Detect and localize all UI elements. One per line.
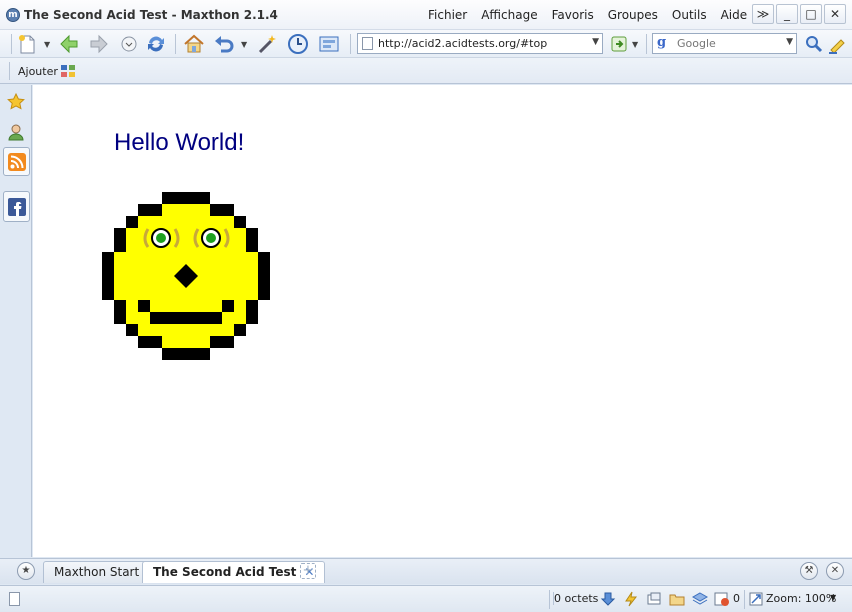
user-icon[interactable] <box>5 121 27 143</box>
download-icon[interactable] <box>600 591 616 607</box>
close-window-button[interactable]: ✕ <box>824 4 846 24</box>
new-tab-plus-icon[interactable]: + <box>300 563 316 579</box>
google-logo-icon[interactable]: g <box>657 35 666 50</box>
home-icon[interactable] <box>183 33 205 55</box>
highlight-icon[interactable] <box>826 33 848 55</box>
tab-maxthon-start[interactable]: Maxthon Start <box>43 561 151 583</box>
title-bar: m The Second Acid Test - Maxthon 2.1.4 F… <box>0 0 852 30</box>
tab-label: Maxthon Start <box>54 565 140 579</box>
undo-dropdown-icon[interactable]: ▼ <box>241 40 247 49</box>
menu-affichage[interactable]: Affichage <box>481 8 537 22</box>
facebook-button[interactable] <box>3 191 30 222</box>
side-panel <box>0 85 32 557</box>
search-icon[interactable] <box>803 33 825 55</box>
favorites-grid-icon[interactable] <box>61 65 75 77</box>
zoom-dropdown-icon[interactable]: ▼ <box>830 593 836 602</box>
forward-arrow-icon[interactable] <box>88 33 110 55</box>
lightning-icon[interactable] <box>623 591 639 607</box>
toolbar-grip <box>646 34 647 54</box>
rss-button[interactable] <box>3 147 30 176</box>
maxthon-logo-icon[interactable]: m <box>6 8 20 22</box>
search-engine-dropdown-icon[interactable]: ▼ <box>786 37 793 47</box>
tab-second-acid-test[interactable]: The Second Acid Test ✕ <box>142 561 326 583</box>
window-title: The Second Acid Test - Maxthon 2.1.4 <box>24 8 278 22</box>
close-all-icon[interactable]: ✕ <box>826 562 844 580</box>
menu-outils[interactable]: Outils <box>672 8 707 22</box>
go-dropdown-icon[interactable]: ▼ <box>632 40 638 49</box>
favbar-grip <box>9 62 10 80</box>
page-heading: Hello World! <box>114 129 245 156</box>
blocked-ads-icon[interactable] <box>714 591 730 607</box>
status-separator <box>549 590 550 609</box>
history-dropdown-icon[interactable] <box>118 33 140 55</box>
status-separator <box>744 590 745 609</box>
zoom-level[interactable]: Zoom: 100% <box>766 592 836 605</box>
folder-icon[interactable] <box>669 591 685 607</box>
menu-fichier[interactable]: Fichier <box>428 8 467 22</box>
facebook-icon <box>8 198 26 216</box>
menu-bar: Fichier Affichage Favoris Groupes Outils… <box>428 8 761 22</box>
tools-wrench-icon[interactable]: ⚒ <box>800 562 818 580</box>
main-toolbar: ▼ ▼ http://acid2.acidtests.org/#top ▼ ▼ … <box>0 30 852 58</box>
collapse-button[interactable]: ≫ <box>752 4 774 24</box>
tab-menu-star-icon[interactable]: ★ <box>17 562 35 580</box>
zoom-icon[interactable] <box>748 591 764 607</box>
page-content: Hello World! <box>33 85 852 557</box>
favorites-bar: Ajouter <box>0 58 852 84</box>
add-favorite-button[interactable]: Ajouter <box>18 65 58 78</box>
toolbar-grip <box>11 34 12 54</box>
screen-capture-icon[interactable] <box>318 33 340 55</box>
undo-close-icon[interactable] <box>213 33 235 55</box>
maximize-button[interactable]: □ <box>800 4 822 24</box>
layers-icon[interactable] <box>692 591 708 607</box>
magic-wand-icon[interactable] <box>256 33 278 55</box>
address-bar[interactable]: http://acid2.acidtests.org/#top ▼ <box>357 33 603 54</box>
new-tab-icon[interactable] <box>16 33 38 55</box>
acid2-smiley-face <box>102 192 270 360</box>
download-size: 0 octets <box>553 592 599 605</box>
toolbar-grip <box>350 34 351 54</box>
search-input[interactable] <box>677 36 777 51</box>
menu-groupes[interactable]: Groupes <box>608 8 658 22</box>
clock-icon[interactable] <box>287 33 309 55</box>
address-url[interactable]: http://acid2.acidtests.org/#top <box>378 37 547 50</box>
search-box[interactable]: g ▼ <box>652 33 797 54</box>
tab-bar: ★ Maxthon Start The Second Acid Test ✕ + … <box>0 558 852 584</box>
refresh-icon[interactable] <box>145 33 167 55</box>
tab-label: The Second Acid Test <box>153 565 297 579</box>
minimize-button[interactable]: _ <box>776 4 798 24</box>
popup-blocker-icon[interactable] <box>646 591 662 607</box>
address-dropdown-icon[interactable]: ▼ <box>592 37 599 47</box>
rss-icon <box>8 153 26 171</box>
toolbar-separator <box>175 34 176 54</box>
page-icon <box>362 37 373 50</box>
menu-aide[interactable]: Aide <box>721 8 748 22</box>
favorites-star-icon[interactable] <box>5 91 27 113</box>
page-status-icon <box>9 592 20 606</box>
back-arrow-icon[interactable] <box>58 33 80 55</box>
status-bar: 0 octets 0 Zoom: 100% ▼ <box>0 585 852 612</box>
window-controls: ≫ _ □ ✕ <box>752 4 846 24</box>
menu-favoris[interactable]: Favoris <box>552 8 594 22</box>
blocked-count: 0 <box>733 592 740 605</box>
go-icon[interactable] <box>609 33 631 55</box>
new-tab-dropdown-icon[interactable]: ▼ <box>44 40 50 49</box>
